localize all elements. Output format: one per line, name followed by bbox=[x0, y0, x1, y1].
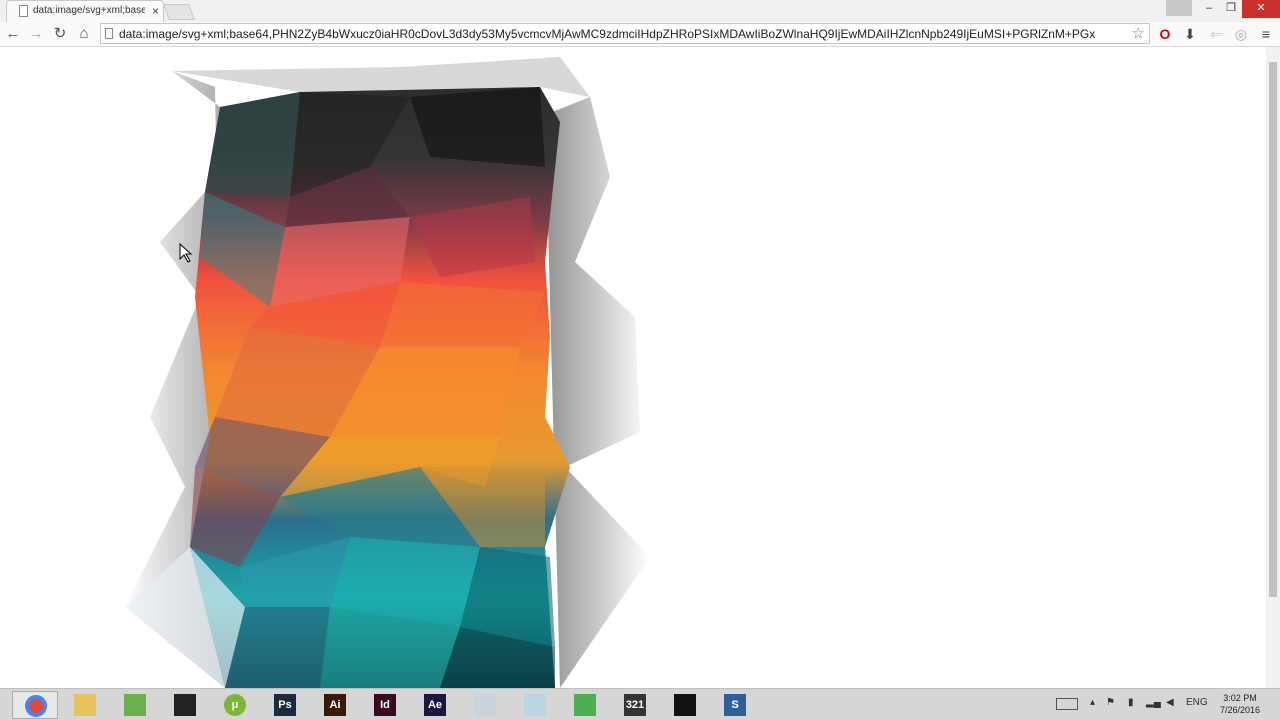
new-tab-button[interactable] bbox=[163, 4, 195, 20]
system-clock[interactable]: 3:02 PM 7/26/2016 bbox=[1212, 692, 1268, 716]
low-poly-artwork bbox=[125, 57, 650, 688]
taskbar-app-indesign[interactable]: Id bbox=[362, 691, 408, 719]
keyboard-icon[interactable] bbox=[1056, 698, 1078, 710]
taskbar-app-explorer[interactable] bbox=[62, 691, 108, 719]
opera-icon[interactable]: O bbox=[1155, 24, 1175, 44]
taskbar-app-fan[interactable] bbox=[162, 691, 208, 719]
browser-titlebar: data:image/svg+xml;base × – ❐ ✕ bbox=[0, 0, 1280, 22]
vertical-scrollbar[interactable] bbox=[1266, 47, 1280, 688]
restore-button[interactable]: ❐ bbox=[1220, 0, 1242, 18]
windows-taskbar: μ Ps Ai Id Ae 321 S ▴ ⚑ ▮ ▂▄ ◀ ENG 3:02 PM 7/2… bbox=[0, 688, 1280, 720]
clock-date: 7/26/2016 bbox=[1219, 705, 1261, 715]
terminal-icon bbox=[674, 694, 696, 716]
indesign-icon: Id bbox=[374, 694, 396, 716]
home-button[interactable]: ⌂ bbox=[75, 24, 93, 44]
download-icon[interactable]: ⬇ bbox=[1180, 24, 1200, 44]
app-s-icon: S bbox=[724, 694, 746, 716]
tab-title: data:image/svg+xml;base bbox=[33, 5, 145, 16]
signal-icon[interactable]: ▂▄ bbox=[1146, 697, 1161, 708]
taskbar-app-notepad[interactable] bbox=[112, 691, 158, 719]
illustrator-icon: Ai bbox=[324, 694, 346, 716]
clock-time: 3:02 PM bbox=[1223, 693, 1257, 703]
fan-icon bbox=[174, 694, 196, 716]
photoshop-icon: Ps bbox=[274, 694, 296, 716]
taskbar-app-app-green[interactable] bbox=[562, 691, 608, 719]
tab-close-icon[interactable]: × bbox=[152, 4, 159, 18]
language-indicator[interactable]: ENG bbox=[1186, 697, 1208, 708]
bookmark-star-icon[interactable]: ☆ bbox=[1132, 25, 1145, 42]
back-button[interactable]: ← bbox=[4, 24, 22, 44]
browser-tab[interactable]: data:image/svg+xml;base × bbox=[6, 0, 164, 22]
media-player-icon: 321 bbox=[624, 694, 646, 716]
after-effects-icon: Ae bbox=[424, 694, 446, 716]
calculator-icon bbox=[474, 694, 496, 716]
reload-button[interactable]: ↻ bbox=[51, 24, 69, 44]
chrome-icon bbox=[25, 695, 47, 717]
extension-icon-2[interactable]: ◎ bbox=[1231, 24, 1251, 44]
taskbar-app-utorrent[interactable]: μ bbox=[212, 691, 258, 719]
taskbar-app-illustrator[interactable]: Ai bbox=[312, 691, 358, 719]
taskbar-app-media-player[interactable]: 321 bbox=[612, 691, 658, 719]
close-window-button[interactable]: ✕ bbox=[1242, 0, 1280, 18]
app-box-icon bbox=[524, 694, 546, 716]
scrollbar-thumb[interactable] bbox=[1269, 62, 1277, 597]
page-icon bbox=[19, 5, 28, 17]
taskbar-app-photoshop[interactable]: Ps bbox=[262, 691, 308, 719]
address-bar[interactable]: data:image/svg+xml;base64,PHN2ZyB4bWxucz… bbox=[100, 23, 1150, 44]
utorrent-icon: μ bbox=[224, 694, 246, 716]
forward-button[interactable]: → bbox=[27, 24, 45, 44]
taskbar-app-chrome[interactable] bbox=[12, 691, 58, 719]
taskbar-app-calculator[interactable] bbox=[462, 691, 508, 719]
extension-icon[interactable]: ⇐ bbox=[1206, 24, 1226, 44]
profile-button[interactable] bbox=[1166, 0, 1192, 16]
network-icon[interactable]: ▮ bbox=[1128, 697, 1134, 708]
flag-icon[interactable]: ⚑ bbox=[1106, 697, 1115, 708]
volume-icon[interactable]: ◀ bbox=[1166, 697, 1174, 708]
notepad-icon bbox=[124, 694, 146, 716]
page-viewport bbox=[0, 47, 1266, 688]
taskbar-app-app-box[interactable] bbox=[512, 691, 558, 719]
address-url[interactable]: data:image/svg+xml;base64,PHN2ZyB4bWxucz… bbox=[119, 27, 1129, 41]
explorer-icon bbox=[74, 694, 96, 716]
taskbar-app-after-effects[interactable]: Ae bbox=[412, 691, 458, 719]
minimize-button[interactable]: – bbox=[1198, 0, 1220, 18]
taskbar-app-terminal[interactable] bbox=[662, 691, 708, 719]
tray-expand-icon[interactable]: ▴ bbox=[1090, 697, 1095, 708]
taskbar-app-app-s[interactable]: S bbox=[712, 691, 758, 719]
app-green-icon bbox=[574, 694, 596, 716]
menu-icon[interactable]: ≡ bbox=[1256, 24, 1276, 44]
page-info-icon[interactable] bbox=[105, 28, 113, 39]
browser-toolbar: ← → ↻ ⌂ data:image/svg+xml;base64,PHN2Zy… bbox=[0, 22, 1280, 47]
